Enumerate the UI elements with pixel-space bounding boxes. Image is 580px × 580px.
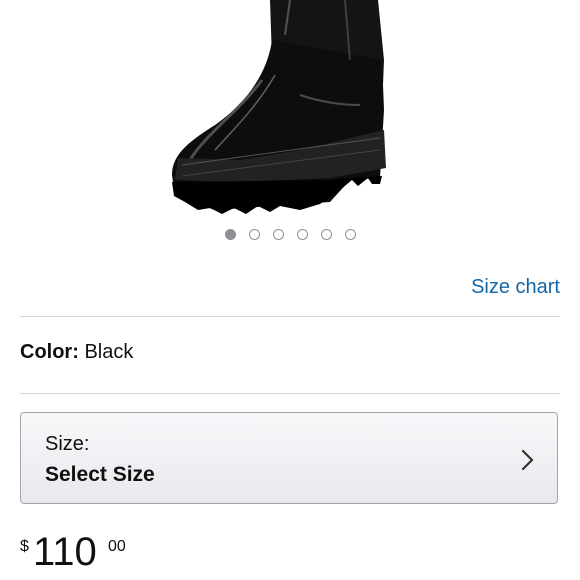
size-chart-link[interactable]: Size chart: [471, 276, 560, 299]
size-selector-button[interactable]: Size: Select Size: [20, 412, 558, 504]
size-value: Select Size: [45, 463, 155, 486]
color-value: Black: [84, 341, 134, 363]
carousel-dot[interactable]: [224, 229, 236, 240]
carousel-dot[interactable]: [320, 229, 332, 240]
carousel-dot[interactable]: [248, 229, 260, 240]
color-label: Color:: [20, 341, 79, 363]
product-image[interactable]: [0, 0, 580, 225]
divider: [20, 393, 560, 394]
price-fraction: 00: [108, 538, 126, 555]
price-currency-symbol: $: [20, 538, 29, 555]
divider: [20, 316, 560, 317]
price-whole: 110: [33, 530, 97, 574]
boot-image: [172, 0, 386, 214]
color-selection: Color: Black: [20, 341, 133, 364]
chevron-right-icon: [521, 449, 534, 471]
carousel-dot[interactable]: [296, 229, 308, 240]
image-carousel-dots: [0, 229, 580, 240]
carousel-dot[interactable]: [344, 229, 356, 240]
carousel-dot[interactable]: [272, 229, 284, 240]
size-label: Size:: [45, 433, 90, 455]
